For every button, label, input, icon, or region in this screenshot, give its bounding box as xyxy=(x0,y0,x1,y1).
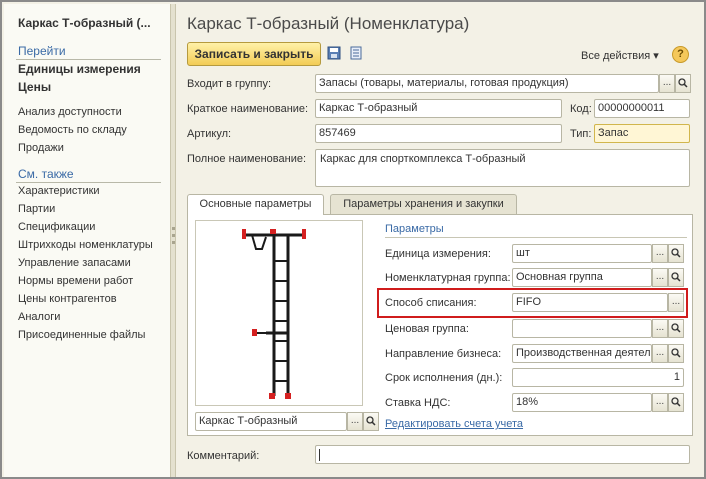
group-select-button[interactable]: ... xyxy=(659,74,675,93)
type-field[interactable]: Запас xyxy=(594,124,690,143)
nav-link-barcodes[interactable]: Штрихкоды номенклатуры xyxy=(18,239,153,251)
search-icon[interactable] xyxy=(363,412,379,431)
full-name-label: Полное наименование: xyxy=(187,153,307,165)
product-image[interactable] xyxy=(195,220,363,406)
nav-link-sales[interactable]: Продажи xyxy=(18,142,64,154)
code-label: Код: xyxy=(570,103,592,115)
vat-label: Ставка НДС: xyxy=(385,397,451,409)
business-select-button[interactable]: ... xyxy=(652,344,668,363)
tab-main-params[interactable]: Основные параметры xyxy=(187,194,324,215)
text-cursor xyxy=(319,449,320,461)
type-label: Тип: xyxy=(570,128,592,140)
search-icon[interactable] xyxy=(668,319,684,338)
group-field[interactable]: Запасы (товары, материалы, готовая проду… xyxy=(315,74,659,93)
item-group-field[interactable]: Основная группа xyxy=(512,268,652,287)
all-actions-menu[interactable]: Все действия ▾ xyxy=(581,49,659,62)
business-direction-label: Направление бизнеса: xyxy=(385,348,502,360)
search-icon[interactable] xyxy=(668,393,684,412)
short-name-field[interactable]: Каркас Т-образный xyxy=(315,99,562,118)
term-label: Срок исполнения (дн.): xyxy=(385,372,503,384)
business-direction-field[interactable]: Производственная деятел xyxy=(512,344,652,363)
search-icon[interactable] xyxy=(668,344,684,363)
comment-label: Комментарий: xyxy=(187,450,260,462)
price-group-label: Ценовая группа: xyxy=(385,323,469,335)
nav-link-availability[interactable]: Анализ доступности xyxy=(18,106,122,118)
nav-link-prices[interactable]: Цены xyxy=(18,80,51,94)
vat-select-button[interactable]: ... xyxy=(652,393,668,412)
nav-link-counterparty-prices[interactable]: Цены контрагентов xyxy=(18,293,117,305)
comment-field[interactable] xyxy=(315,445,690,464)
form-window: Каркас Т-образный (... Перейти Единицы и… xyxy=(0,0,706,479)
nav-link-attached-files[interactable]: Присоединенные файлы xyxy=(18,329,145,341)
splitter-grip xyxy=(172,234,175,237)
form-title: Каркас Т-образный (Номенклатура) xyxy=(187,14,470,33)
search-icon[interactable] xyxy=(668,244,684,263)
full-name-field[interactable]: Каркас для спорткомплекса Т-образный xyxy=(315,149,690,187)
nav-link-characteristics[interactable]: Характеристики xyxy=(18,185,100,197)
term-field[interactable]: 1 xyxy=(512,368,684,387)
vat-field[interactable]: 18% xyxy=(512,393,652,412)
nav-link-warehouse[interactable]: Ведомость по складу xyxy=(18,124,127,136)
params-divider xyxy=(385,237,687,238)
help-icon[interactable]: ? xyxy=(672,46,689,63)
item-group-select-button[interactable]: ... xyxy=(652,268,668,287)
group-label: Входит в группу: xyxy=(187,78,271,90)
nav-go-heading: Перейти xyxy=(18,44,66,58)
unit-select-button[interactable]: ... xyxy=(652,244,668,263)
form-content: Каркас Т-образный (Номенклатура) Записат… xyxy=(177,4,704,477)
save-and-close-button[interactable]: Записать и закрыть xyxy=(187,42,321,66)
nav-see-also-heading: См. также xyxy=(18,167,74,181)
item-group-label: Номенклатурная группа: xyxy=(385,272,511,284)
list-icon[interactable] xyxy=(349,46,363,62)
price-group-select-button[interactable]: ... xyxy=(652,319,668,338)
writeoff-select-button[interactable]: ... xyxy=(668,293,684,312)
nav-link-batches[interactable]: Партии xyxy=(18,203,55,215)
nav-link-work-time[interactable]: Нормы времени работ xyxy=(18,275,133,287)
nav-link-inventory[interactable]: Управление запасами xyxy=(18,257,131,269)
code-field[interactable]: 00000000011 xyxy=(594,99,690,118)
unit-label: Единица измерения: xyxy=(385,248,491,260)
article-label: Артикул: xyxy=(187,128,232,140)
splitter-grip xyxy=(172,241,175,244)
nav-title: Каркас Т-образный (... xyxy=(18,16,151,30)
params-heading: Параметры xyxy=(385,223,444,235)
article-field[interactable]: 857469 xyxy=(315,124,562,143)
edit-accounts-link[interactable]: Редактировать счета учета xyxy=(385,418,523,430)
writeoff-method-field[interactable]: FIFO xyxy=(512,293,668,312)
unit-field[interactable]: шт xyxy=(512,244,652,263)
nav-divider xyxy=(16,182,161,183)
nav-link-analogs[interactable]: Аналоги xyxy=(18,311,60,323)
nav-divider xyxy=(16,59,161,60)
navigation-panel: Каркас Т-образный (... Перейти Единицы и… xyxy=(4,4,170,477)
search-icon[interactable] xyxy=(668,268,684,287)
tab-storage-params[interactable]: Параметры хранения и закупки xyxy=(330,194,517,214)
picture-select-button[interactable]: ... xyxy=(347,412,363,431)
short-name-label: Краткое наименование: xyxy=(187,103,309,115)
panel-splitter[interactable] xyxy=(170,4,176,477)
splitter-grip xyxy=(172,227,175,230)
writeoff-method-label: Способ списания: xyxy=(385,297,477,309)
picture-caption-field[interactable]: Каркас Т-образный xyxy=(195,412,347,431)
save-icon[interactable] xyxy=(327,46,341,62)
search-icon[interactable] xyxy=(675,74,691,93)
nav-link-units[interactable]: Единицы измерения xyxy=(18,62,141,76)
price-group-field[interactable] xyxy=(512,319,652,338)
nav-link-specifications[interactable]: Спецификации xyxy=(18,221,95,233)
